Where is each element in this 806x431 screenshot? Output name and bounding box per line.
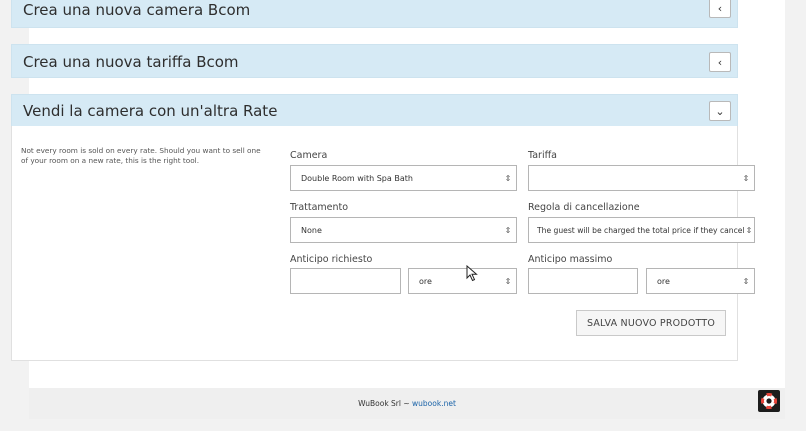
footer: WuBook Srl ~ wubook.net (29, 388, 785, 419)
trattamento-select[interactable]: None ⇕ (290, 217, 517, 243)
panel-title-sell-room: Vendi la camera con un'altra Rate (23, 102, 278, 120)
form-description: Not every room is sold on every rate. Sh… (21, 146, 261, 165)
anticipo-massimo-label: Anticipo massimo (528, 254, 613, 265)
select-arrows-icon: ⇕ (742, 276, 750, 286)
lifebuoy-icon[interactable] (758, 390, 780, 412)
panel-title-new-rate: Crea una nuova tariffa Bcom (23, 53, 239, 71)
tariffa-select[interactable]: ⇕ (528, 165, 755, 191)
select-arrows-icon: ⇕ (742, 173, 750, 183)
anticipo-richiesto-unit-select[interactable]: ore ⇕ (408, 268, 517, 294)
camera-select-value: Double Room with Spa Bath (301, 173, 413, 183)
regola-select[interactable]: The guest will be charged the total pric… (528, 217, 755, 243)
collapse-toggle-new-rate[interactable]: ‹ (709, 52, 731, 72)
footer-text: WuBook Srl ~ wubook.net (29, 399, 785, 408)
select-arrows-icon: ⇕ (745, 225, 753, 235)
footer-company: WuBook Srl ~ (358, 399, 413, 408)
camera-select[interactable]: Double Room with Spa Bath ⇕ (290, 165, 517, 191)
regola-select-value: The guest will be charged the total pric… (537, 225, 744, 235)
camera-label: Camera (290, 150, 328, 161)
panel-title-new-room: Crea una nuova camera Bcom (23, 1, 251, 19)
select-arrows-icon: ⇕ (504, 225, 512, 235)
panel-header-new-rate[interactable]: Crea una nuova tariffa Bcom ‹ (11, 44, 738, 78)
anticipo-richiesto-label: Anticipo richiesto (290, 254, 373, 265)
select-arrows-icon: ⇕ (504, 276, 512, 286)
tariffa-label: Tariffa (528, 150, 557, 161)
mouse-pointer-icon (466, 265, 478, 282)
lifebuoy-icon (761, 393, 777, 409)
panel-header-new-room[interactable]: Crea una nuova camera Bcom ‹ (11, 0, 738, 28)
panel-header-sell-room[interactable]: Vendi la camera con un'altra Rate ⌄ (11, 94, 738, 127)
anticipo-massimo-unit-select[interactable]: ore ⇕ (646, 268, 755, 294)
footer-wubook-link[interactable]: wubook.net (412, 399, 456, 408)
anticipo-massimo-input[interactable] (528, 268, 638, 294)
select-arrows-icon: ⇕ (504, 173, 512, 183)
trattamento-label: Trattamento (290, 202, 349, 213)
anticipo-richiesto-input[interactable] (290, 268, 401, 294)
collapse-toggle-new-room[interactable]: ‹ (709, 0, 731, 18)
anticipo-massimo-unit-value: ore (657, 276, 670, 286)
trattamento-select-value: None (301, 225, 322, 235)
regola-label: Regola di cancellazione (528, 202, 640, 213)
anticipo-richiesto-unit-value: ore (419, 276, 432, 286)
save-new-product-button[interactable]: SALVA NUOVO PRODOTTO (576, 310, 726, 336)
expand-toggle-sell-room[interactable]: ⌄ (709, 101, 731, 121)
